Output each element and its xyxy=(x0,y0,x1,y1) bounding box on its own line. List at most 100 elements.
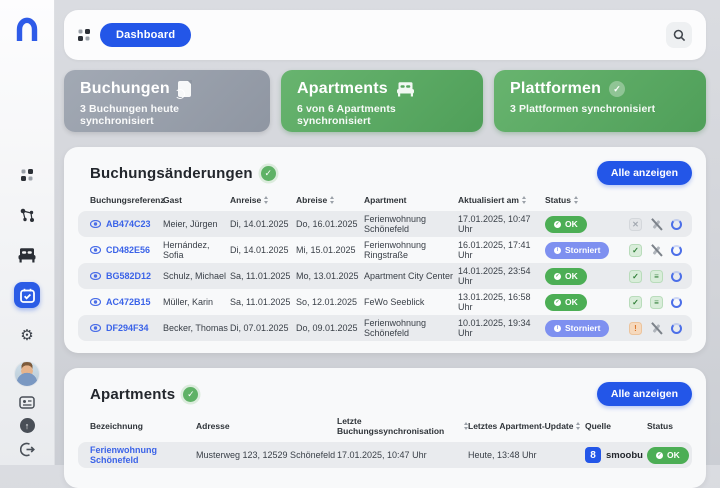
synced-check-icon: ✓ xyxy=(261,166,276,181)
eye-icon xyxy=(90,298,101,306)
arrival-cell: Di, 07.01.2025 xyxy=(230,323,296,333)
card-buchungen[interactable]: Buchungen 3 Buchungen heute synchronisie… xyxy=(64,70,270,132)
col-status: Status xyxy=(647,421,682,431)
status-badge: ✓OK xyxy=(545,216,587,233)
sidebar-item-settings[interactable]: ⚙ xyxy=(14,322,40,348)
booking-row: BG582D12 Schulz, Michael Sa, 11.01.2025 … xyxy=(78,263,692,289)
calendar-alert-icon[interactable]: ! xyxy=(629,322,642,335)
bookings-panel: Buchungsänderungen ✓ Alle anzeigen Buchu… xyxy=(64,147,706,353)
departure-cell: Mi, 15.01.2025 xyxy=(296,245,364,255)
calendar-x-icon[interactable]: ✕ xyxy=(629,218,642,231)
guest-cell: Becker, Thomas xyxy=(163,323,230,333)
source-cell: 8 smoobu xyxy=(585,447,647,463)
smoobu-logo-icon: 8 xyxy=(585,447,601,463)
status-badge: ✓OK xyxy=(545,294,587,311)
apartment-cell: FeWo Seeblick xyxy=(364,297,458,307)
col-arrival[interactable]: Anreise xyxy=(230,195,296,205)
calendar-check-icon[interactable]: ✓ xyxy=(629,296,642,309)
address-cell: Musterweg 123, 12529 Schönefeld xyxy=(196,450,337,460)
card-title: Buchungen xyxy=(80,80,170,98)
last-sync-cell: 17.01.2025, 10:47 Uhr xyxy=(337,450,468,460)
apartment-cell: Apartment City Center xyxy=(364,271,458,281)
edit-disabled-icon[interactable] xyxy=(650,322,663,335)
updated-cell: 10.01.2025, 19:34 Uhr xyxy=(458,318,545,338)
row-actions: ✓ ≡ xyxy=(617,296,682,309)
sort-icon xyxy=(264,196,268,204)
card-plattformen[interactable]: Plattformen ✓ 3 Plattformen synchronisie… xyxy=(494,70,706,132)
document-icon[interactable]: ≡ xyxy=(650,296,663,309)
col-ref: Buchungsreferenz xyxy=(90,195,163,205)
document-sync-icon xyxy=(178,81,191,97)
col-apartment: Apartment xyxy=(364,195,458,205)
eye-icon xyxy=(90,220,101,228)
booking-ref-link[interactable]: CD482E56 xyxy=(90,245,163,255)
summary-cards: Buchungen 3 Buchungen heute synchronisie… xyxy=(64,70,706,132)
grid-icon xyxy=(21,169,33,181)
sidebar: ⚙ ↑ xyxy=(0,0,55,465)
user-avatar[interactable] xyxy=(14,361,40,387)
apartment-cell: Ferienwohnung Ringstraße xyxy=(364,240,458,260)
sort-icon xyxy=(522,196,526,204)
col-last-sync[interactable]: Letzte Buchungssynchronisation xyxy=(337,416,468,436)
calendar-check-icon[interactable]: ✓ xyxy=(629,244,642,257)
upload-icon[interactable]: ↑ xyxy=(20,418,35,433)
col-last-update[interactable]: Letztes Apartment-Update xyxy=(468,421,585,431)
card-title: Apartments xyxy=(297,80,388,98)
col-updated[interactable]: Aktualisiert am xyxy=(458,195,545,205)
apartment-row: Ferienwohnung Schönefeld Musterweg 123, … xyxy=(78,442,692,468)
apartment-name-link[interactable]: Ferienwohnung Schönefeld xyxy=(90,445,196,465)
card-subtitle: 6 von 6 Apartments synchronisiert xyxy=(297,103,467,127)
sidebar-item-bookings-active[interactable] xyxy=(14,282,40,308)
id-card-icon[interactable] xyxy=(19,396,35,409)
gear-icon: ⚙ xyxy=(20,328,33,343)
sidebar-item-channels[interactable] xyxy=(14,202,40,228)
card-apartments[interactable]: Apartments 6 von 6 Apartments synchronis… xyxy=(281,70,483,132)
network-icon xyxy=(19,207,36,224)
guest-cell: Müller, Karin xyxy=(163,297,230,307)
departure-cell: Mo, 13.01.2025 xyxy=(296,271,364,281)
booking-ref-link[interactable]: AC472B15 xyxy=(90,297,163,307)
updated-cell: 16.01.2025, 17:41 Uhr xyxy=(458,240,545,260)
last-update-cell: Heute, 13:48 Uhr xyxy=(468,450,585,460)
calendar-check-icon[interactable]: ✓ xyxy=(629,270,642,283)
updated-cell: 14.01.2025, 23:54 Uhr xyxy=(458,266,545,286)
check-circle-icon: ✓ xyxy=(609,81,625,97)
bookings-panel-header: Buchungsänderungen ✓ Alle anzeigen xyxy=(78,157,692,187)
apps-grid-icon[interactable] xyxy=(78,29,90,41)
topbar: Dashboard xyxy=(64,10,706,60)
col-name: Bezeichnung xyxy=(90,421,196,431)
edit-disabled-icon[interactable] xyxy=(650,244,663,257)
arrival-cell: Sa, 11.01.2025 xyxy=(230,271,296,281)
edit-disabled-icon[interactable] xyxy=(650,218,663,231)
eye-icon xyxy=(90,246,101,254)
status-badge: ✓OK xyxy=(545,268,587,285)
logout-icon[interactable] xyxy=(20,442,35,457)
sync-icon[interactable] xyxy=(671,245,682,256)
booking-row: AC472B15 Müller, Karin Sa, 11.01.2025 So… xyxy=(78,289,692,315)
sort-icon xyxy=(576,422,580,430)
sidebar-item-apartments[interactable] xyxy=(14,242,40,268)
document-icon[interactable]: ≡ xyxy=(650,270,663,283)
sidebar-item-dashboard[interactable] xyxy=(14,162,40,188)
sidebar-nav: ⚙ xyxy=(14,162,40,348)
sync-icon[interactable] xyxy=(671,297,682,308)
sync-icon[interactable] xyxy=(671,219,682,230)
sync-icon[interactable] xyxy=(671,271,682,282)
dashboard-nav-pill[interactable]: Dashboard xyxy=(100,23,191,47)
booking-row: CD482E56 Hernández, Sofia Di, 14.01.2025… xyxy=(78,237,692,263)
card-subtitle: 3 Buchungen heute synchronisiert xyxy=(80,103,254,127)
col-status[interactable]: Status xyxy=(545,195,617,205)
sidebar-bottom: ↑ xyxy=(14,361,40,457)
sync-icon[interactable] xyxy=(671,323,682,334)
departure-cell: So, 12.01.2025 xyxy=(296,297,364,307)
booking-ref-link[interactable]: DF294F34 xyxy=(90,323,163,333)
bookings-show-all-button[interactable]: Alle anzeigen xyxy=(597,161,692,185)
booking-ref-link[interactable]: AB474C23 xyxy=(90,219,163,229)
bookings-table-header: Buchungsreferenz Gast Anreise Abreise Ap… xyxy=(78,187,692,211)
guest-cell: Hernández, Sofia xyxy=(163,240,230,260)
col-departure[interactable]: Abreise xyxy=(296,195,364,205)
apartments-show-all-button[interactable]: Alle anzeigen xyxy=(597,382,692,406)
booking-ref-link[interactable]: BG582D12 xyxy=(90,271,163,281)
search-button[interactable] xyxy=(666,22,692,48)
booking-row: DF294F34 Becker, Thomas Di, 07.01.2025 D… xyxy=(78,315,692,341)
